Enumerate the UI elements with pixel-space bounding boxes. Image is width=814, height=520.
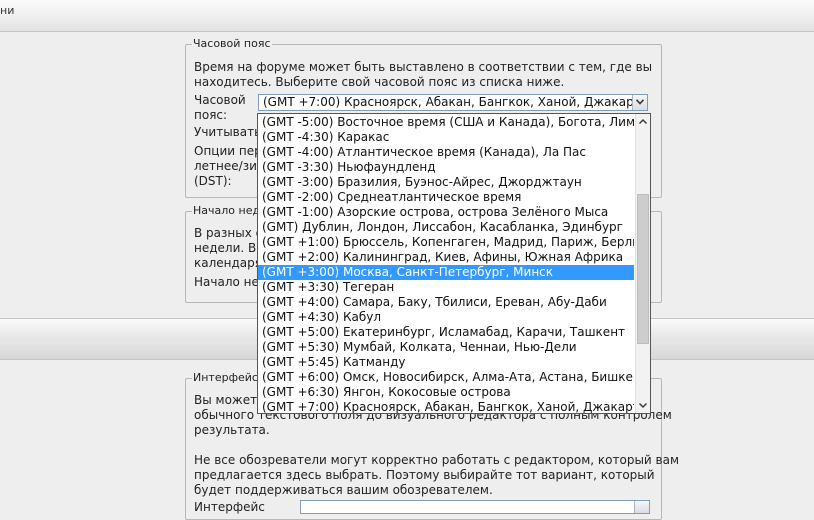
timezone-option[interactable]: (GMT +1:00) Брюссель, Копенгаген, Мадрид… — [258, 235, 634, 250]
chevron-down-icon — [636, 99, 644, 105]
timezone-label-line2: пояс: — [194, 108, 228, 122]
scroll-up-button[interactable] — [636, 114, 650, 129]
interface-line3: результата. — [194, 423, 270, 437]
interface-select-arrow[interactable] — [634, 501, 649, 513]
timezone-select-value: (GMT +7:00) Красноярск, Абакан, Бангкок,… — [263, 95, 649, 109]
timezone-option[interactable]: (GMT +5:00) Екатеринбург, Исламабад, Кар… — [258, 325, 634, 340]
timezone-option[interactable]: (GMT +5:30) Мумбай, Колката, Ченнаи, Нью… — [258, 340, 634, 355]
timezone-option[interactable]: (GMT +5:45) Катманду — [258, 355, 634, 370]
timezone-option[interactable]: (GMT +4:00) Самара, Баку, Тбилиси, Ерева… — [258, 295, 634, 310]
chevron-up-icon — [639, 119, 647, 124]
dst-option-label-line2: летнее/зим — [194, 159, 266, 173]
timezone-legend: Часовой пояс — [192, 37, 272, 51]
header-text: ни — [0, 4, 15, 17]
interface-select[interactable] — [300, 500, 650, 514]
interface-line6: будет поддерживаться вашим обозревателем… — [194, 483, 493, 497]
scroll-down-button[interactable] — [636, 398, 650, 413]
chevron-down-icon — [639, 403, 647, 408]
timezone-option[interactable]: (GMT) Дублин, Лондон, Лиссабон, Касаблан… — [258, 220, 634, 235]
timezone-option[interactable]: (GMT -3:00) Бразилия, Буэнос-Айрес, Джор… — [258, 175, 634, 190]
timezone-label-line1: Часовой — [194, 93, 246, 107]
dst-auto-label: Учитывать — [194, 125, 262, 139]
timezone-option[interactable]: (GMT +6:30) Янгон, Кокосовые острова — [258, 385, 634, 400]
interface-line1: Вы можете — [194, 393, 265, 407]
timezone-description-line1: Время на форуме может быть выставлено в … — [194, 60, 653, 74]
week-start-line1: В разных с — [194, 226, 263, 240]
interface-line4: Не все обозреватели могут корректно рабо… — [194, 453, 680, 467]
timezone-option[interactable]: (GMT -5:00) Восточное время (США и Канад… — [258, 115, 634, 130]
timezone-select[interactable]: (GMT +7:00) Красноярск, Абакан, Бангкок,… — [258, 94, 648, 111]
timezone-dropdown-list[interactable]: (GMT -5:00) Восточное время (США и Канад… — [257, 113, 651, 414]
interface-line5: предлагается здесь выбрать. Поэтому выби… — [194, 468, 655, 482]
timezone-option[interactable]: (GMT -2:00) Среднеатлантическое время — [258, 190, 634, 205]
scroll-thumb[interactable] — [637, 194, 649, 344]
timezone-option[interactable]: (GMT -4:00) Атлантическое время (Канада)… — [258, 145, 634, 160]
timezone-option[interactable]: (GMT +3:00) Москва, Санкт-Петербург, Мин… — [258, 265, 634, 280]
timezone-description-line2: находитесь. Выберите свой часовой пояс и… — [194, 75, 565, 89]
timezone-option[interactable]: (GMT -1:00) Азорские острова, острова Зе… — [258, 205, 634, 220]
timezone-option[interactable]: (GMT +6:00) Омск, Новосибирск, Алма-Ата,… — [258, 370, 634, 385]
dst-option-label-line3: (DST): — [194, 174, 232, 188]
timezone-option[interactable]: (GMT -3:30) Ньюфаундленд — [258, 160, 634, 175]
timezone-option[interactable]: (GMT +2:00) Калининград, Киев, Афины, Юж… — [258, 250, 634, 265]
week-start-line3: календаря — [194, 256, 262, 270]
week-start-line2: недели. Вы — [194, 241, 266, 255]
dst-option-label-line1: Опции пер — [194, 144, 262, 158]
header-bar: ни — [0, 0, 814, 32]
timezone-select-arrow[interactable] — [632, 95, 647, 110]
timezone-options: (GMT -5:00) Восточное время (США и Канад… — [258, 115, 634, 413]
dropdown-scrollbar[interactable] — [635, 114, 650, 413]
timezone-option[interactable]: (GMT +4:30) Кабул — [258, 310, 634, 325]
timezone-option[interactable]: (GMT +7:00) Красноярск, Абакан, Бангкок,… — [258, 400, 634, 413]
timezone-option[interactable]: (GMT +3:30) Тегеран — [258, 280, 634, 295]
timezone-option[interactable]: (GMT -4:30) Каракас — [258, 130, 634, 145]
